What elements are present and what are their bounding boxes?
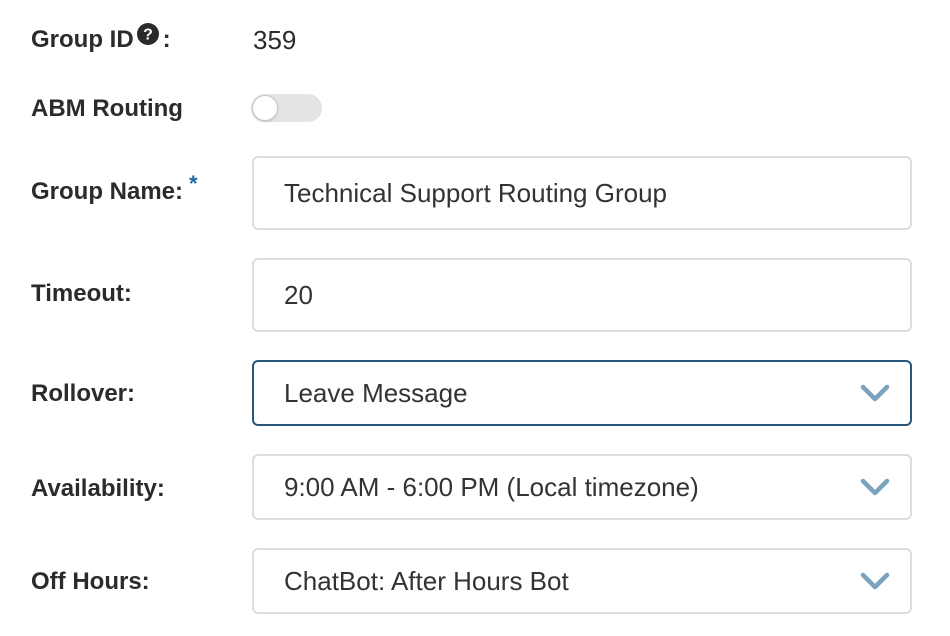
question-circle-icon[interactable]: ? [136, 23, 159, 45]
off-hours-select[interactable]: ChatBot: After Hours Bot [252, 548, 912, 614]
svg-text:?: ? [143, 27, 153, 44]
group-name-label: Group Name: * [31, 171, 198, 206]
timeout-value: 20 [284, 279, 313, 310]
availability-selected-value: 9:00 AM - 6:00 PM (Local timezone) [284, 471, 699, 502]
group-id-label: Group ID ? : [31, 23, 171, 54]
availability-label: Availability: [31, 475, 165, 502]
abm-routing-toggle[interactable] [251, 94, 322, 122]
availability-select[interactable]: 9:00 AM - 6:00 PM (Local timezone) [252, 454, 912, 520]
required-marker: * [189, 171, 198, 196]
off-hours-label: Off Hours: [31, 568, 150, 595]
abm-routing-label: ABM Routing [31, 95, 183, 122]
group-name-input[interactable]: Technical Support Routing Group [252, 156, 912, 230]
chevron-down-icon [860, 384, 890, 402]
toggle-knob [252, 95, 278, 121]
rollover-select[interactable]: Leave Message [252, 360, 912, 426]
rollover-selected-value: Leave Message [284, 377, 468, 408]
group-id-label-text: Group ID [31, 26, 134, 53]
off-hours-selected-value: ChatBot: After Hours Bot [284, 565, 569, 596]
timeout-label: Timeout: [31, 280, 132, 307]
chevron-down-icon [860, 572, 890, 590]
group-id-label-suffix: : [162, 26, 171, 53]
group-name-value: Technical Support Routing Group [284, 177, 668, 208]
group-id-value: 359 [253, 25, 297, 55]
timeout-input[interactable]: 20 [252, 258, 912, 332]
rollover-label: Rollover: [31, 380, 136, 407]
group-name-label-text: Group Name: [31, 178, 184, 205]
chevron-down-icon [860, 478, 890, 496]
